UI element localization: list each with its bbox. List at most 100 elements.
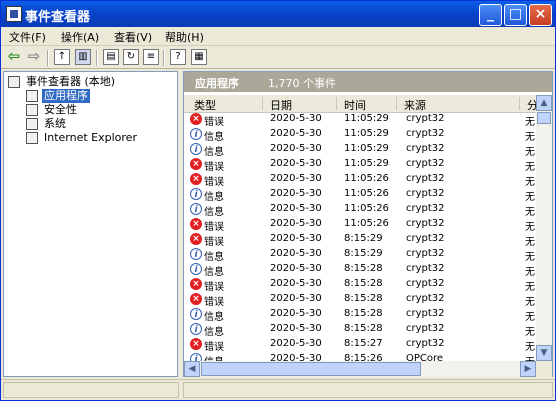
cell-source: crypt32 bbox=[406, 263, 445, 274]
cell-type: 信息 bbox=[204, 207, 224, 218]
cell-cat: 无 bbox=[525, 252, 535, 263]
column-source[interactable]: 来源 bbox=[398, 97, 426, 112]
column-divider[interactable] bbox=[396, 97, 397, 110]
column-type[interactable]: 类型 bbox=[188, 97, 216, 112]
cell-date: 2020-5-30 bbox=[270, 248, 322, 259]
info-icon: i bbox=[190, 308, 202, 320]
cell-type: 错误 bbox=[204, 162, 224, 173]
console-view-icon[interactable]: ▦ bbox=[191, 49, 207, 65]
cell-cat: 无 bbox=[525, 297, 535, 308]
table-row[interactable]: × 错误 2020-5-30 8:15:29 crypt32 无 bbox=[184, 232, 536, 248]
cell-cat: 无 bbox=[525, 222, 535, 233]
close-button[interactable]: × bbox=[529, 4, 552, 26]
table-row[interactable]: i 信息 2020-5-30 11:05:26 crypt32 无 bbox=[184, 202, 536, 218]
horizontal-scrollbar[interactable]: ◀ ▶ bbox=[184, 361, 536, 377]
toolbar-separator bbox=[163, 50, 165, 66]
scroll-up-icon[interactable]: ▲ bbox=[536, 95, 552, 111]
info-icon: i bbox=[190, 203, 202, 215]
cell-source: crypt32 bbox=[406, 248, 445, 259]
cell-source: crypt32 bbox=[406, 308, 445, 319]
cell-time: 11:05:29 bbox=[344, 128, 389, 139]
cell-source: crypt32 bbox=[406, 323, 445, 334]
toolbar: ⇦ ⇨ ↑ ▥ ▤ ↻ ≡ ? ▦ bbox=[1, 46, 555, 69]
cell-type: 错误 bbox=[204, 342, 224, 353]
details-pane: 应用程序 1,770 个事件 类型 日期 时间 来源 分 × 错误 2020-5-3… bbox=[183, 71, 553, 377]
horizontal-scroll-thumb[interactable] bbox=[201, 362, 421, 376]
scroll-right-icon[interactable]: ▶ bbox=[520, 361, 536, 377]
vertical-scroll-thumb[interactable] bbox=[537, 112, 551, 124]
table-row[interactable]: i信息 2020-5-30 8:15:26 QPCore 无 bbox=[184, 352, 536, 361]
up-folder-icon[interactable]: ↑ bbox=[54, 49, 70, 65]
log-banner: 应用程序 1,770 个事件 bbox=[184, 72, 552, 92]
menu-view[interactable]: 查看(V) bbox=[114, 29, 152, 45]
event-viewer-app-icon bbox=[6, 6, 22, 22]
error-icon: × bbox=[190, 293, 202, 305]
cell-date: 2020-5-30 bbox=[270, 263, 322, 274]
cell-source: QPCore bbox=[406, 353, 444, 361]
menu-help[interactable]: 帮助(H) bbox=[165, 29, 204, 45]
info-icon: i bbox=[190, 128, 202, 140]
export-list-icon[interactable]: ≡ bbox=[143, 49, 159, 65]
cell-date: 2020-5-30 bbox=[270, 353, 322, 361]
log-title: 应用程序 bbox=[195, 77, 239, 90]
error-icon: × bbox=[190, 158, 202, 170]
event-list: × 错误 2020-5-30 11:05:29 crypt32 无 i 信息 2020-5-30… bbox=[184, 112, 536, 361]
cell-source: crypt32 bbox=[406, 173, 445, 184]
table-row[interactable]: i 信息 2020-5-30 8:15:29 crypt32 无 bbox=[184, 247, 536, 263]
event-viewer-window: 事件查看器 _ □ × 文件(F) 操作(A) 查看(V) 帮助(H) ⇦ ⇨ … bbox=[0, 0, 556, 401]
column-time[interactable]: 时间 bbox=[338, 97, 366, 112]
vertical-scrollbar[interactable]: ▲ ▼ bbox=[536, 95, 552, 361]
table-row[interactable]: × 错误 2020-5-30 11:05:26 crypt32 无 bbox=[184, 217, 536, 233]
table-row[interactable]: × 错误 2020-5-30 11:05:29 crypt32 无 bbox=[184, 112, 536, 128]
status-pane-left bbox=[3, 382, 179, 398]
table-row[interactable]: × 错误 2020-5-30 8:15:28 crypt32 无 bbox=[184, 277, 536, 293]
column-header: 类型 日期 时间 来源 分 bbox=[184, 95, 538, 113]
column-divider[interactable] bbox=[519, 97, 520, 110]
console-tree: 事件查看器 (本地) 应用程序 安全性 系统 Internet Explorer bbox=[3, 71, 178, 377]
scroll-down-icon[interactable]: ▼ bbox=[536, 345, 552, 361]
cell-cat: 无 bbox=[525, 327, 535, 338]
table-row[interactable]: × 错误 2020-5-30 8:15:27 crypt32 无 bbox=[184, 337, 536, 353]
cell-time: 8:15:28 bbox=[344, 308, 383, 319]
cell-time: 8:15:29 bbox=[344, 233, 383, 244]
menu-action[interactable]: 操作(A) bbox=[61, 29, 99, 45]
cell-time: 11:05:26 bbox=[344, 203, 389, 214]
table-row[interactable]: i 信息 2020-5-30 8:15:28 crypt32 无 bbox=[184, 307, 536, 323]
table-row[interactable]: i 信息 2020-5-30 11:05:26 crypt32 无 bbox=[184, 187, 536, 203]
minimize-button[interactable]: _ bbox=[479, 4, 502, 26]
title-bar[interactable]: 事件查看器 _ □ × bbox=[1, 1, 555, 27]
cell-date: 2020-5-30 bbox=[270, 218, 322, 229]
show-hide-tree-icon[interactable]: ▥ bbox=[75, 49, 91, 65]
maximize-button[interactable]: □ bbox=[504, 4, 527, 26]
forward-arrow-icon[interactable]: ⇨ bbox=[26, 49, 42, 65]
cell-cat: 无 bbox=[525, 282, 535, 293]
table-row[interactable]: i 信息 2020-5-30 8:15:28 crypt32 无 bbox=[184, 322, 536, 338]
column-divider[interactable] bbox=[262, 97, 263, 110]
cell-time: 11:05:29 bbox=[344, 143, 389, 154]
cell-source: crypt32 bbox=[406, 218, 445, 229]
column-divider[interactable] bbox=[336, 97, 337, 110]
table-row[interactable]: × 错误 2020-5-30 11:05:29 crypt32 无 bbox=[184, 157, 536, 173]
cell-cat: 无 bbox=[525, 267, 535, 278]
help-icon[interactable]: ? bbox=[170, 49, 186, 65]
table-row[interactable]: i 信息 2020-5-30 11:05:29 crypt32 无 bbox=[184, 127, 536, 143]
log-icon bbox=[26, 132, 38, 144]
properties-icon[interactable]: ▤ bbox=[103, 49, 119, 65]
table-row[interactable]: i 信息 2020-5-30 8:15:28 crypt32 无 bbox=[184, 262, 536, 278]
scroll-left-icon[interactable]: ◀ bbox=[184, 361, 200, 377]
cell-time: 11:05:26 bbox=[344, 173, 389, 184]
back-arrow-icon[interactable]: ⇦ bbox=[6, 49, 22, 65]
menu-bar: 文件(F) 操作(A) 查看(V) 帮助(H) bbox=[1, 27, 555, 46]
table-row[interactable]: × 错误 2020-5-30 8:15:28 crypt32 无 bbox=[184, 292, 536, 308]
cell-date: 2020-5-30 bbox=[270, 188, 322, 199]
cell-date: 2020-5-30 bbox=[270, 128, 322, 139]
cell-type: 错误 bbox=[204, 237, 224, 248]
cell-date: 2020-5-30 bbox=[270, 233, 322, 244]
refresh-icon[interactable]: ↻ bbox=[123, 49, 139, 65]
table-row[interactable]: × 错误 2020-5-30 11:05:26 crypt32 无 bbox=[184, 172, 536, 188]
cell-date: 2020-5-30 bbox=[270, 278, 322, 289]
table-row[interactable]: i 信息 2020-5-30 11:05:29 crypt32 无 bbox=[184, 142, 536, 158]
log-icon bbox=[26, 104, 38, 116]
column-date[interactable]: 日期 bbox=[264, 97, 292, 112]
menu-file[interactable]: 文件(F) bbox=[9, 29, 46, 45]
